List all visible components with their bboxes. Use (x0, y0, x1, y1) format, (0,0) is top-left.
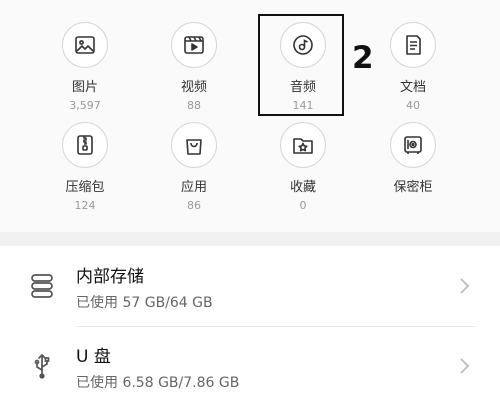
category-count: 0 (299, 199, 307, 212)
category-count: 40 (406, 99, 420, 112)
category-favorites[interactable]: 收藏 0 (253, 122, 353, 212)
list-divider (76, 326, 476, 327)
storage-item-usb[interactable]: U 盘 已使用 6.58 GB/7.86 GB (0, 328, 500, 404)
category-archives[interactable]: 压缩包 124 (35, 122, 135, 212)
category-count: 3,597 (69, 99, 101, 112)
category-count: 86 (187, 199, 201, 212)
safe-icon (390, 122, 436, 168)
image-icon (62, 22, 108, 68)
category-label: 压缩包 (65, 180, 105, 195)
category-label: 保密柜 (393, 180, 433, 195)
chevron-right-icon (460, 278, 470, 294)
category-label: 视频 (180, 80, 207, 95)
category-label: 图片 (71, 80, 98, 95)
usb-icon (34, 353, 50, 379)
category-apps[interactable]: 应用 86 (144, 122, 244, 212)
video-icon (171, 22, 217, 68)
category-grid: 图片 3,597 视频 88 音频 141 文档 40 压缩包 124 应用 8… (0, 0, 500, 232)
category-label: 文档 (399, 80, 426, 95)
category-count: 124 (74, 199, 96, 212)
shopping-bag-icon (171, 122, 217, 168)
star-folder-icon (280, 122, 326, 168)
internal-storage-icon (31, 274, 53, 298)
highlight-box (258, 14, 344, 116)
category-documents[interactable]: 文档 40 (363, 22, 463, 112)
section-divider (0, 232, 500, 246)
storage-title: 内部存储 (76, 267, 144, 287)
storage-usage: 已使用 57 GB/64 GB (76, 295, 213, 311)
storage-usage: 已使用 6.58 GB/7.86 GB (76, 375, 240, 391)
category-videos[interactable]: 视频 88 (144, 22, 244, 112)
category-count: 88 (187, 99, 201, 112)
category-safe[interactable]: 保密柜 (363, 122, 463, 196)
category-label: 应用 (180, 180, 207, 195)
document-icon (390, 22, 436, 68)
category-label: 收藏 (289, 180, 316, 195)
category-images[interactable]: 图片 3,597 (35, 22, 135, 112)
storage-item-internal[interactable]: 内部存储 已使用 57 GB/64 GB (0, 248, 500, 326)
annotation-number: 2 (352, 40, 374, 76)
zip-icon (62, 122, 108, 168)
chevron-right-icon (460, 358, 470, 374)
storage-title: U 盘 (76, 347, 111, 367)
